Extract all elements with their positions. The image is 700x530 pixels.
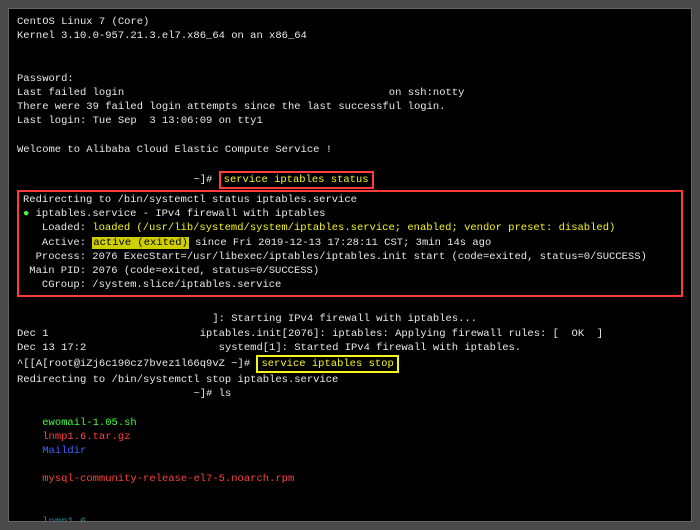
file-mysql5: mysql-community-release-el7-5.noarch.rpm (42, 473, 294, 485)
last-failed-login: Last failed login XXXXXXXXXXXXXXXXXXXXXX… (17, 86, 683, 100)
cgroup-line: CGroup: /system.slice/iptables.service (23, 278, 677, 292)
unit-line: ● iptables.service - IPv4 firewall with … (23, 207, 677, 221)
status-output-box: Redirecting to /bin/systemctl status ipt… (17, 190, 683, 297)
journal-line-1: XXXXXXXXXXXXXXXXXXXXXXXXXXXXXXX]: Starti… (17, 312, 683, 326)
prompt-line-2[interactable]: ^[[A[root@iZj6c190cz7bvez1l66q9vZ ~]# se… (17, 355, 683, 373)
terminal-window[interactable]: CentOS Linux 7 (Core) Kernel 3.10.0-957.… (8, 8, 692, 522)
password-prompt: Password: (17, 72, 683, 86)
prompt-line-1[interactable]: XXXXXXXXXXXXXXXXXXXXXXXXXXXX~]# service … (17, 171, 683, 189)
ls-row-2: lnmp1.6 lnmp-install.log mysql57-communi… (17, 501, 683, 522)
journal-line-3: Dec 13 17:2XX systemd[1]: Started IPv4 f… (17, 341, 683, 355)
file-ewomail: ewomail-1.05.sh (42, 416, 142, 430)
loaded-line: Loaded: loaded (/usr/lib/systemd/system/… (23, 221, 677, 235)
welcome-message: Welcome to Alibaba Cloud Elastic Compute… (17, 143, 683, 157)
process-line: Process: 2076 ExecStart=/usr/libexec/ipt… (23, 250, 677, 264)
command-stop: service iptables stop (261, 358, 393, 370)
command-status: service iptables status (224, 174, 369, 186)
last-login: Last login: Tue Sep 3 13:06:09 on tty1 (17, 114, 683, 128)
ls-row-1: ewomail-1.05.sh lnmp1.6.tar.gz Maildir m… (17, 401, 683, 500)
os-line: CentOS Linux 7 (Core) (17, 15, 683, 29)
failed-attempts: There were 39 failed login attempts sinc… (17, 100, 683, 114)
kernel-line: Kernel 3.10.0-957.21.3.el7.x86_64 on an … (17, 29, 683, 43)
main-pid-line: Main PID: 2076 (code=exited, status=0/SU… (23, 264, 677, 278)
prompt-line-3[interactable]: XXXXXXXXXXXXXXXXXXXXXXXXXXXX~]# ls (17, 387, 683, 401)
active-line: Active: active (exited) since Fri 2019-1… (23, 236, 677, 250)
dir-maildir: Maildir (42, 445, 86, 457)
active-status-badge: active (exited) (92, 237, 189, 249)
redirect-line: Redirecting to /bin/systemctl status ipt… (23, 193, 677, 207)
file-lnmp-tar: lnmp1.6.tar.gz (42, 430, 162, 444)
file-lnmp-dir: lnmp1.6 (42, 516, 86, 522)
redirect-stop-line: Redirecting to /bin/systemctl stop iptab… (17, 373, 683, 387)
journal-line-2: Dec 1XXXXXXX iptables.init[2076]: iptabl… (17, 327, 683, 341)
